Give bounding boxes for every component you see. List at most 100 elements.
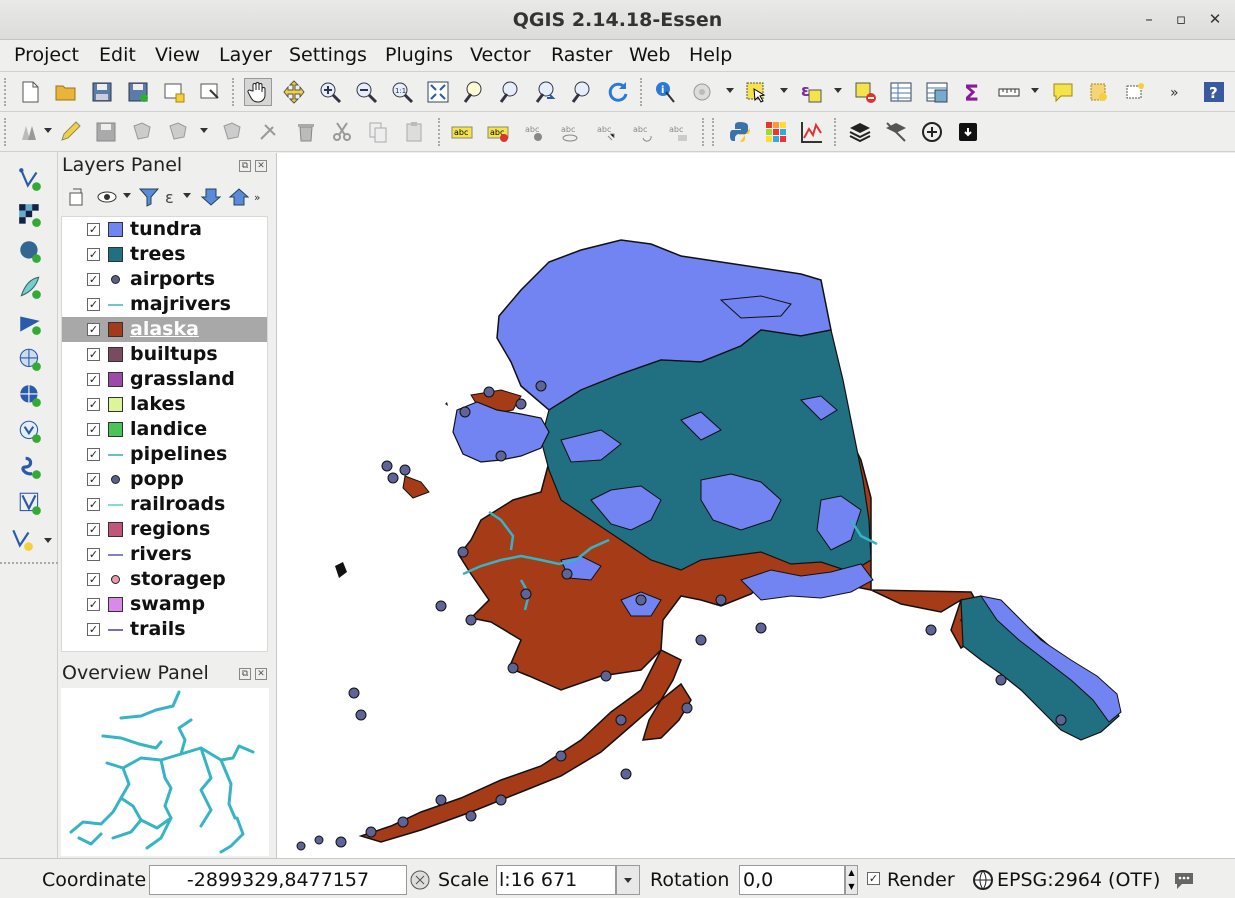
layer-visibility-checkbox[interactable]: ✓ [87, 323, 100, 336]
rotation-spinner[interactable]: ▲ ▼ [845, 865, 858, 895]
run-action-icon[interactable] [688, 78, 716, 106]
zoom-full-icon[interactable] [424, 78, 452, 106]
select-dropdown[interactable] [780, 88, 788, 93]
add-feature-icon[interactable] [128, 118, 156, 146]
add-wcs-layer-icon[interactable] [14, 380, 46, 410]
layer-row-swamp[interactable]: ✓ swamp [62, 592, 267, 617]
pan-to-selection-icon[interactable] [280, 78, 308, 106]
rotate-label-icon[interactable]: abc [628, 118, 656, 146]
heatmap-plugin-icon[interactable] [762, 118, 790, 146]
add-raster-layer-icon[interactable] [14, 200, 46, 230]
minimize-button[interactable]: – [1138, 8, 1160, 30]
open-project-icon[interactable] [52, 78, 80, 106]
new-bookmark-icon[interactable] [1085, 78, 1113, 106]
layer-row-majrivers[interactable]: ✓ majrivers [62, 292, 267, 317]
zoom-to-layer-icon[interactable] [496, 78, 524, 106]
run-action-dropdown[interactable] [726, 88, 734, 93]
menu-help[interactable]: Help [689, 44, 732, 66]
show-hide-labels-icon[interactable]: abc [556, 118, 584, 146]
zoom-out-icon[interactable] [352, 78, 380, 106]
add-virtual-layer-icon[interactable] [14, 488, 46, 518]
layer-visibility-checkbox[interactable]: ✓ [87, 573, 100, 586]
layer-row-lakes[interactable]: ✓ lakes [62, 392, 267, 417]
layer-visibility-checkbox[interactable]: ✓ [87, 423, 100, 436]
zoom-to-selection-icon[interactable] [460, 78, 488, 106]
new-layer-dropdown[interactable] [44, 538, 52, 543]
pin-labels-icon[interactable]: abc [520, 118, 548, 146]
layer-visibility-checkbox[interactable]: ✓ [87, 398, 100, 411]
menu-settings[interactable]: Settings [289, 44, 367, 66]
move-feature-icon[interactable] [164, 118, 192, 146]
layer-row-pipelines[interactable]: ✓ pipelines [62, 442, 267, 467]
current-edits-icon[interactable] [16, 118, 44, 146]
layer-visibility-checkbox[interactable]: ✓ [87, 548, 100, 561]
collapse-all-icon[interactable] [225, 183, 253, 211]
float-panel-icon[interactable]: ⧉ [239, 160, 251, 172]
current-edits-dropdown[interactable] [44, 128, 52, 133]
layer-visibility-checkbox[interactable]: ✓ [87, 248, 100, 261]
coordinate-field[interactable]: -2899329,8477157 [149, 865, 407, 895]
save-project-icon[interactable] [88, 78, 116, 106]
node-edit-icon[interactable] [254, 118, 282, 146]
menu-edit[interactable]: Edit [99, 44, 136, 66]
visibility-dropdown[interactable] [123, 193, 131, 198]
layer-visibility-checkbox[interactable]: ✓ [87, 223, 100, 236]
new-shapefile-layer-icon[interactable] [6, 524, 38, 554]
close-panel-icon[interactable]: ✕ [255, 668, 267, 680]
crs-globe-icon[interactable] [970, 866, 996, 894]
add-wms-layer-icon[interactable] [14, 344, 46, 374]
layer-visibility-checkbox[interactable]: ✓ [87, 448, 100, 461]
add-wfs-layer-icon[interactable] [14, 416, 46, 446]
select-features-icon[interactable] [742, 78, 770, 106]
more-tools-icon[interactable]: » [251, 183, 269, 211]
change-label-icon[interactable]: abc [664, 118, 692, 146]
layer-row-trails[interactable]: ✓ trails [62, 617, 267, 642]
new-project-icon[interactable] [16, 78, 44, 106]
menu-plugins[interactable]: Plugins [385, 44, 453, 66]
field-calculator-icon[interactable] [923, 78, 951, 106]
label-highlight-icon[interactable]: abc [484, 118, 512, 146]
layer-visibility-checkbox[interactable]: ✓ [87, 348, 100, 361]
toggle-extents-icon[interactable] [407, 866, 433, 894]
composer-manager-icon[interactable] [196, 78, 224, 106]
layer-row-storagep[interactable]: ✓ storagep [62, 567, 267, 592]
layer-row-landice[interactable]: ✓ landice [62, 417, 267, 442]
map-canvas[interactable] [276, 153, 1235, 858]
cut-features-icon[interactable] [328, 118, 356, 146]
select-expression-dropdown[interactable] [834, 88, 842, 93]
menu-layer[interactable]: Layer [219, 44, 272, 66]
pan-map-icon[interactable] [244, 78, 272, 106]
layer-visibility-checkbox[interactable]: ✓ [87, 498, 100, 511]
layer-visibility-checkbox[interactable]: ✓ [87, 598, 100, 611]
menu-view[interactable]: View [155, 44, 200, 66]
layer-visibility-checkbox[interactable]: ✓ [87, 298, 100, 311]
layer-row-builtups[interactable]: ✓ builtups [62, 342, 267, 367]
identify-icon[interactable]: i [652, 78, 680, 106]
overview-canvas[interactable] [61, 688, 269, 856]
move-label-icon[interactable]: abc [592, 118, 620, 146]
python-console-icon[interactable] [726, 118, 754, 146]
zoom-next-icon[interactable] [568, 78, 596, 106]
zoom-native-icon[interactable]: 1:1 [388, 78, 416, 106]
deselect-icon[interactable] [851, 78, 879, 106]
menu-web[interactable]: Web [629, 44, 670, 66]
save-edits-icon[interactable] [92, 118, 120, 146]
layer-row-trees[interactable]: ✓ trees [62, 242, 267, 267]
render-checkbox[interactable]: ✓ [867, 872, 880, 885]
copy-features-icon[interactable] [364, 118, 392, 146]
save-as-icon[interactable] [124, 78, 152, 106]
scale-dropdown-button[interactable] [616, 865, 640, 895]
delete-selected-icon[interactable] [292, 118, 320, 146]
new-print-composer-icon[interactable] [160, 78, 188, 106]
statistical-summary-icon[interactable]: Σ [959, 78, 987, 106]
help-icon[interactable]: ? [1200, 78, 1228, 106]
filter-expression-dropdown[interactable] [183, 193, 191, 198]
layer-row-railroads[interactable]: ✓ railroads [62, 492, 267, 517]
float-panel-icon[interactable]: ⧉ [239, 668, 251, 680]
refresh-icon[interactable] [604, 78, 632, 106]
add-group-icon[interactable] [63, 183, 91, 211]
layers-icon[interactable] [846, 118, 874, 146]
layer-row-grassland[interactable]: ✓ grassland [62, 367, 267, 392]
messages-icon[interactable] [1170, 866, 1198, 894]
expand-all-icon[interactable] [197, 183, 225, 211]
